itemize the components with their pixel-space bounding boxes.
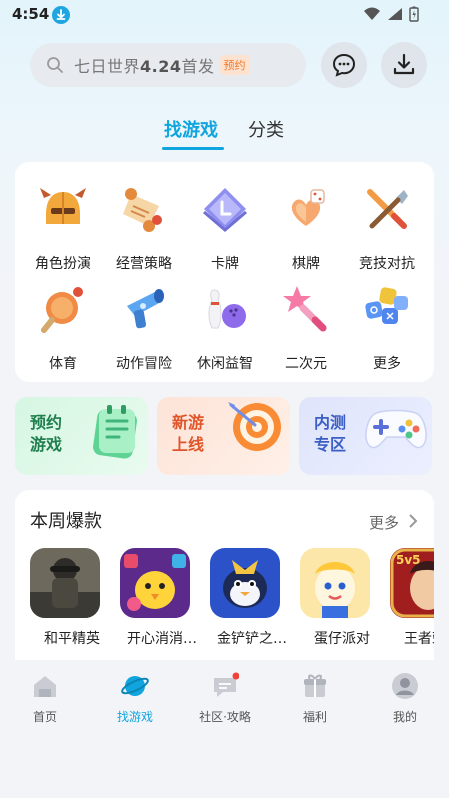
search-icon (47, 57, 63, 73)
svg-text:5v5: 5v5 (396, 553, 421, 567)
category-strategy[interactable]: 经营策略 (101, 172, 181, 272)
game-icon-honor-of-kings: 5v5 (390, 548, 434, 618)
nav-label: 首页 (32, 710, 57, 724)
messages-button[interactable] (321, 42, 367, 88)
category-anime[interactable]: 二次元 (263, 272, 343, 372)
downloads-button[interactable] (381, 42, 427, 88)
blaster-icon (127, 289, 164, 329)
reservation-badge: 预约 (219, 55, 250, 75)
status-bar: 4:54 (0, 0, 449, 30)
category-action-adventure[interactable]: 动作冒险 (101, 272, 181, 372)
swords-icon (367, 189, 408, 229)
weekly-hits-section: 本周爆款 更多 和平精英 开心消消… 金铲铲之… 蛋仔派对 5v5 王者 (15, 490, 434, 660)
category-label: 经营策略 (116, 256, 172, 272)
scroll-icon (123, 188, 162, 232)
game-card[interactable]: 开心消消… (120, 548, 200, 647)
checklist-icon (93, 405, 137, 459)
search-placeholder: 七日世界4.24首发 (74, 57, 215, 76)
game-card[interactable]: 5v5 王者荣耀 (390, 548, 434, 647)
category-role-playing[interactable]: 角色扮演 (20, 172, 100, 272)
category-label: 休闲益智 (197, 356, 253, 372)
gamepad-icon (365, 409, 427, 449)
game-name: 王者荣耀 (404, 631, 434, 647)
magic-wand-icon (283, 286, 327, 332)
category-label: 竞技对抗 (359, 256, 415, 272)
banner-reserve-games[interactable]: 预约 游戏 (15, 397, 148, 475)
banner-label: 内测 专区 (314, 413, 347, 454)
category-label: 更多 (373, 356, 401, 372)
game-card[interactable]: 和平精英 (30, 548, 110, 647)
status-indicators (363, 6, 419, 22)
gift-icon (304, 674, 326, 697)
banner-label: 新游 上线 (172, 413, 205, 454)
category-label: 卡牌 (211, 256, 239, 272)
banner-beta-zone[interactable]: 内测 专区 (299, 397, 432, 475)
category-label: 体育 (49, 356, 77, 372)
wifi-icon (364, 7, 380, 20)
planet-icon (121, 676, 149, 696)
category-label: 二次元 (285, 356, 327, 372)
nav-label: 我的 (392, 710, 417, 724)
game-card[interactable]: 金铲铲之… (210, 548, 290, 647)
profile-icon (392, 673, 418, 699)
active-tab-indicator (162, 147, 224, 150)
card-icon (203, 188, 247, 232)
home-icon (34, 676, 56, 697)
download-icon (393, 53, 415, 75)
category-more[interactable]: 更多 (344, 272, 424, 372)
game-card[interactable]: 蛋仔派对 (300, 548, 380, 647)
nav-item-find-games[interactable]: 找游戏 (90, 672, 180, 725)
tab-find-games[interactable]: 找游戏 (164, 116, 218, 142)
nav-item-profile[interactable]: 我的 (360, 672, 449, 725)
game-icon-heping (30, 548, 100, 618)
section-title: 本周爆款 (30, 511, 102, 532)
nav-label: 福利 (302, 710, 327, 724)
signal-icon (388, 8, 402, 20)
nav-item-community[interactable]: 社区·攻略 (180, 672, 270, 725)
ping-pong-icon (41, 287, 83, 333)
chevron-right-icon (409, 514, 418, 528)
game-name: 和平精英 (44, 631, 100, 647)
banner-new-games[interactable]: 新游 上线 (157, 397, 290, 475)
category-label: 动作冒险 (116, 356, 172, 372)
target-icon (228, 402, 281, 451)
bowling-icon (208, 289, 246, 329)
banner-label: 预约 游戏 (30, 413, 63, 454)
nav-label: 找游戏 (116, 710, 153, 724)
search-input[interactable]: 七日世界4.24首发 预约 (30, 43, 306, 87)
game-name: 蛋仔派对 (314, 631, 370, 647)
more-link[interactable]: 更多 (369, 512, 399, 533)
game-icon-eggy-party (300, 548, 370, 618)
more-grid-icon (365, 287, 408, 324)
battery-icon (409, 6, 419, 22)
nav-item-rewards[interactable]: 福利 (270, 672, 360, 725)
bottom-navigation: 首页 找游戏 社区·攻略 福利 我的 (0, 660, 449, 730)
helmet-icon (40, 188, 86, 224)
dice-icon (291, 189, 325, 226)
category-cards[interactable]: 卡牌 (182, 172, 262, 272)
chat-icon (214, 672, 240, 697)
game-icon-happy-match (120, 548, 190, 618)
category-sports[interactable]: 体育 (20, 272, 100, 372)
category-competitive[interactable]: 竞技对抗 (344, 172, 424, 272)
nav-item-home[interactable]: 首页 (0, 672, 90, 725)
category-grid: 角色扮演 经营策略 卡牌 棋牌 竞技对抗 体育 动作冒险 休闲益智 二次元 更多 (15, 162, 434, 382)
game-name: 开心消消… (127, 631, 197, 647)
tab-categories[interactable]: 分类 (248, 116, 284, 142)
nav-label: 社区·攻略 (199, 710, 251, 724)
download-notification-icon (52, 6, 70, 24)
category-label: 棋牌 (292, 256, 320, 272)
category-casual-puzzle[interactable]: 休闲益智 (182, 272, 262, 372)
category-label: 角色扮演 (35, 256, 91, 272)
game-icon-golden-spatula (210, 548, 280, 618)
message-icon (332, 53, 356, 77)
game-name: 金铲铲之… (217, 631, 287, 647)
category-board-games[interactable]: 棋牌 (263, 172, 343, 272)
status-time: 4:54 (12, 5, 50, 23)
